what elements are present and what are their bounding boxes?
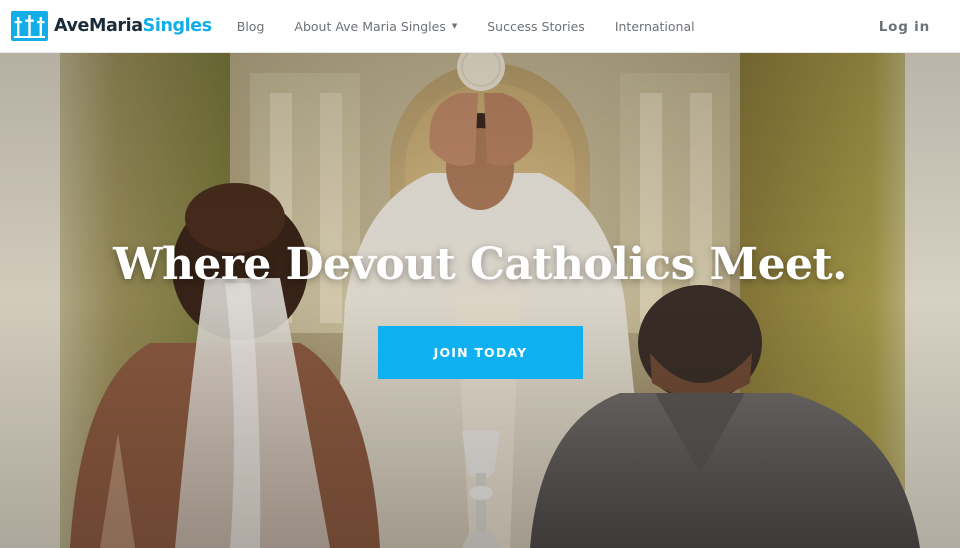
hero-headline: Where Devout Catholics Meet.	[113, 239, 847, 290]
main-nav: Blog About Ave Maria Singles ▼ Success St…	[237, 19, 725, 34]
cross-window-logo-icon	[11, 11, 48, 41]
site-logo[interactable]: AveMariaSingles	[11, 0, 212, 53]
hero-section: Where Devout Catholics Meet. JOIN TODAY	[0, 53, 960, 548]
nav-item-about[interactable]: About Ave Maria Singles ▼	[294, 19, 457, 34]
site-header: AveMariaSingles Blog About Ave Maria Sin…	[0, 0, 960, 53]
brand-name-part2: Singles	[142, 16, 212, 36]
nav-item-label: Blog	[236, 18, 265, 34]
brand-name: AveMariaSingles	[54, 16, 212, 36]
hero-background-image	[0, 53, 960, 548]
brand-name-part1: AveMaria	[54, 16, 143, 36]
join-today-button[interactable]: JOIN TODAY	[378, 326, 583, 379]
nav-item-label: International	[614, 18, 695, 34]
nav-item-success-stories[interactable]: Success Stories	[487, 19, 585, 34]
nav-item-label: Success Stories	[487, 18, 585, 34]
login-link[interactable]: Log in	[879, 0, 930, 53]
caret-down-icon: ▼	[451, 22, 458, 30]
nav-item-international[interactable]: International	[615, 19, 695, 34]
nav-item-blog[interactable]: Blog	[237, 19, 265, 34]
nav-item-label: About Ave Maria Singles	[294, 18, 446, 34]
